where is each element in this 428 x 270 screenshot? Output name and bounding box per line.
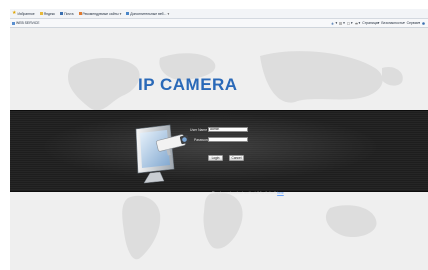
- chevron-down-icon: ▾: [350, 21, 353, 25]
- password-input[interactable]: [208, 137, 248, 142]
- web-page: IP CAMERA User Name admin Password Login…: [10, 28, 428, 270]
- home-button[interactable]: ▾: [331, 21, 337, 25]
- favorites-button[interactable]: ★ Избранное: [12, 11, 35, 16]
- favorites-item-suggested[interactable]: Рекомендуемые сайты ▾: [78, 11, 122, 16]
- activex-download-link[interactable]: here: [277, 191, 284, 195]
- login-button[interactable]: Login: [208, 155, 223, 161]
- mail-button[interactable]: ▾: [346, 21, 353, 25]
- camera-monitor-icon: [135, 124, 190, 184]
- page-menu-label: Страница: [362, 21, 378, 25]
- toolbar-tools: ▾ ▾ ▾ ▾ Страница ▾ Безопасность ▾ Сервис…: [329, 20, 426, 26]
- username-label: User Name: [190, 128, 208, 132]
- command-bar: WEB SERVICE ▾ ▾ ▾ ▾ Страница ▾ Безопасно…: [10, 19, 428, 28]
- page-menu[interactable]: Страница ▾: [362, 21, 379, 25]
- chevron-down-icon: ▾: [377, 21, 380, 25]
- favorites-item-label: Почта: [64, 11, 74, 16]
- chevron-down-icon: ▾: [343, 21, 345, 25]
- username-input[interactable]: [208, 127, 248, 132]
- password-label: Password: [194, 138, 209, 142]
- login-band: [10, 110, 428, 192]
- mail-icon: [60, 12, 64, 15]
- favorites-item-webslice[interactable]: Дополнительные веб... ▾: [126, 12, 169, 16]
- favorites-item-label: Яндекс: [43, 11, 56, 16]
- favorites-bar: ★ Избранное Яндекс Почта Рекомендуемые с…: [10, 9, 428, 19]
- browser-window: ★ Избранное Яндекс Почта Рекомендуемые с…: [10, 9, 428, 270]
- safety-menu-label: Безопасность: [381, 21, 403, 25]
- favorites-item-label: Дополнительные веб...: [130, 11, 167, 16]
- favorites-star-icon: ★: [12, 10, 17, 16]
- help-button[interactable]: [422, 21, 426, 25]
- web-slice-icon: [126, 12, 130, 15]
- suggested-sites-icon: [78, 12, 82, 15]
- home-icon: [331, 21, 335, 25]
- chevron-down-icon: ▾: [335, 21, 338, 25]
- yandex-icon: [39, 12, 43, 15]
- envelope-icon: [346, 21, 350, 25]
- help-icon: [422, 21, 425, 25]
- activex-tip: Tip: please download and install the Act…: [212, 191, 284, 195]
- page-title: IP CAMERA: [138, 75, 238, 94]
- page-favicon-icon: [12, 21, 15, 25]
- tab-title: WEB SERVICE: [16, 21, 40, 25]
- favorites-item-mail[interactable]: Почта: [60, 11, 74, 16]
- print-button[interactable]: ▾: [354, 21, 361, 25]
- tools-menu-label: Сервис: [406, 21, 419, 25]
- chevron-down-icon: ▾: [119, 11, 122, 16]
- favorites-item-label: Рекомендуемые сайты: [82, 11, 119, 16]
- cancel-button[interactable]: Cancel: [229, 155, 244, 161]
- favorites-item-yandex[interactable]: Яндекс: [39, 11, 56, 16]
- chevron-down-icon: ▾: [418, 21, 420, 25]
- chevron-down-icon: ▾: [167, 11, 170, 16]
- safety-menu[interactable]: Безопасность ▾: [381, 21, 404, 25]
- feeds-button[interactable]: ▾: [339, 21, 345, 25]
- tip-text: Tip: please download and install the Act…: [212, 191, 277, 195]
- browser-tab[interactable]: WEB SERVICE: [12, 20, 40, 26]
- printer-icon: [354, 21, 358, 24]
- tools-menu[interactable]: Сервис ▾: [407, 21, 420, 25]
- chevron-down-icon: ▾: [402, 21, 405, 25]
- favorites-label: Избранное: [17, 11, 35, 16]
- chevron-down-icon: ▾: [358, 21, 361, 25]
- rss-icon: [339, 21, 343, 25]
